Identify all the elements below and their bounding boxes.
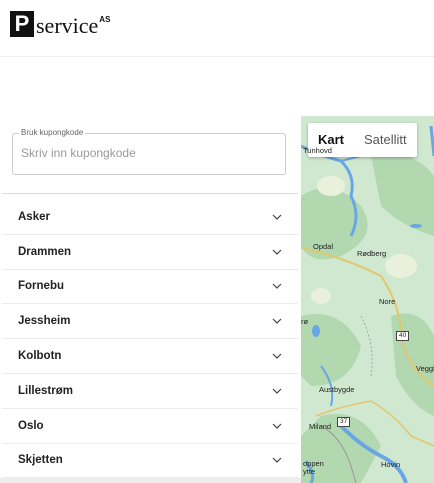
map-place-label: rø — [301, 317, 309, 326]
coupon-field[interactable]: Bruk kupongkode — [12, 128, 286, 175]
pservice-logo[interactable]: P service AS — [10, 11, 110, 37]
city-item-kolbotn[interactable]: Kolbotn — [2, 339, 298, 374]
city-label: Drammen — [18, 245, 72, 258]
city-label: Skjetten — [18, 454, 63, 467]
city-label: Asker — [18, 210, 50, 223]
chevron-down-icon — [270, 419, 284, 433]
city-list: Asker Drammen Fornebu Jessheim Kolbotn L… — [2, 200, 298, 479]
city-label: Lillestrøm — [18, 384, 73, 397]
city-item-oslo[interactable]: Oslo — [2, 409, 298, 444]
map-place-label: Veggli — [416, 364, 434, 373]
map-place-label: Nore — [379, 297, 396, 306]
city-label: Jessheim — [18, 315, 71, 328]
chevron-down-icon — [270, 453, 284, 467]
chevron-down-icon — [270, 245, 284, 259]
city-label: Oslo — [18, 419, 44, 432]
map-place-label: Miland — [309, 422, 332, 431]
city-label: Kolbotn — [18, 350, 62, 363]
chevron-down-icon — [270, 314, 284, 328]
logo-suffix: AS — [99, 15, 111, 24]
map-place-label: Hovin — [381, 460, 401, 469]
chevron-down-icon — [270, 384, 284, 398]
map-place-label: ytte — [303, 467, 316, 476]
coupon-input[interactable] — [21, 146, 276, 160]
city-item-jessheim[interactable]: Jessheim — [2, 304, 298, 340]
site-header: P service AS — [0, 0, 434, 57]
city-item-fornebu[interactable]: Fornebu — [2, 270, 298, 305]
coupon-label: Bruk kupongkode — [19, 128, 86, 137]
chevron-down-icon — [270, 349, 284, 363]
road-sign: 37 — [337, 417, 351, 427]
logo-word: service — [36, 13, 99, 38]
map[interactable]: Kart Satellitt Tunhovd Opdal Rødberg Nor… — [301, 116, 434, 483]
map-place-label: Rødberg — [357, 249, 387, 258]
city-item-asker[interactable]: Asker — [2, 200, 298, 235]
city-label: Fornebu — [18, 280, 64, 293]
map-place-label: Tunhovd — [303, 146, 332, 155]
chevron-down-icon — [270, 210, 284, 224]
logo-letter: P — [10, 11, 34, 37]
road-sign: 40 — [396, 331, 410, 341]
city-item-drammen[interactable]: Drammen — [2, 235, 298, 270]
city-item-skjetten[interactable]: Skjetten — [2, 444, 298, 479]
map-place-label: Austbygde — [319, 385, 355, 394]
map-place-label: Opdal — [313, 242, 334, 251]
city-item-lillestrom[interactable]: Lillestrøm — [2, 374, 298, 409]
satellite-view-button[interactable]: Satellitt — [354, 123, 417, 157]
chevron-down-icon — [270, 279, 284, 293]
divider — [2, 193, 298, 194]
